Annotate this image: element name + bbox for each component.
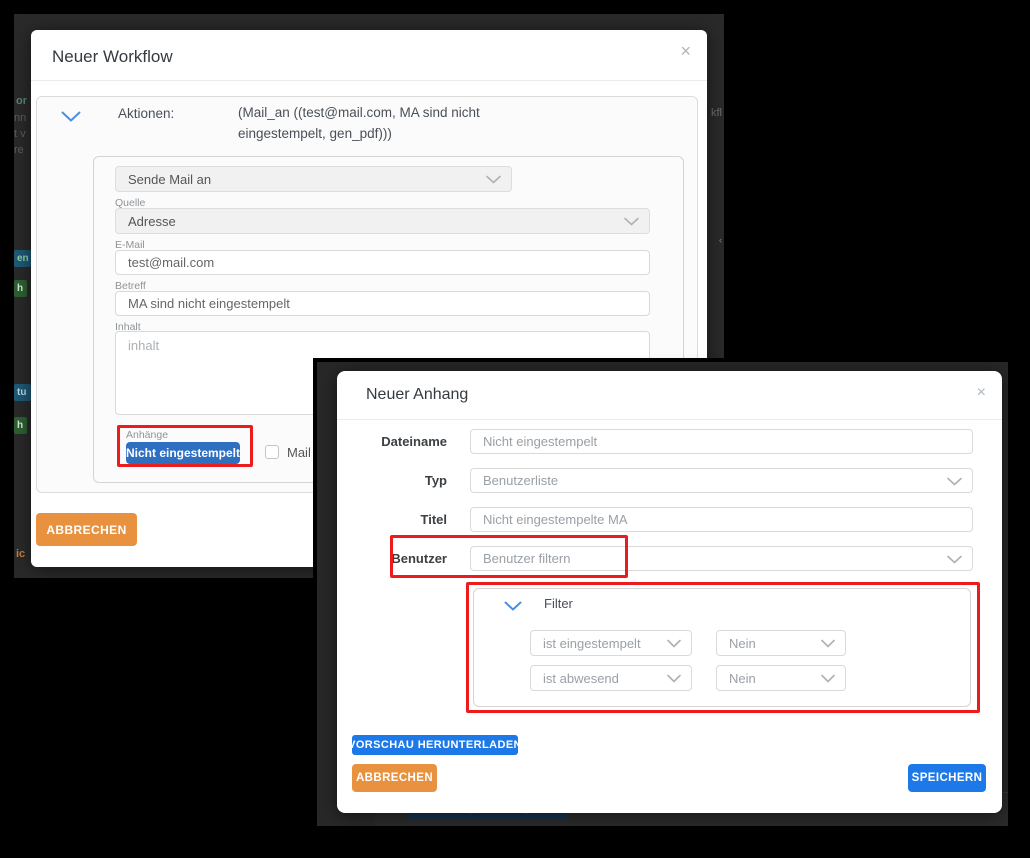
typ-label: Typ bbox=[337, 473, 447, 488]
filter-value-select[interactable]: Nein bbox=[716, 665, 846, 691]
titel-input-value: Nicht eingestempelte MA bbox=[483, 512, 628, 527]
filter-value-select-value: Nein bbox=[729, 636, 756, 651]
abbrechen-button[interactable]: ABBRECHEN bbox=[36, 513, 137, 546]
aktionen-value: (Mail_an ((test@mail.com, MA sind nicht … bbox=[238, 102, 480, 144]
background-text-fragment: ‹ bbox=[719, 233, 722, 247]
dateiname-input-value: Nicht eingestempelt bbox=[483, 434, 597, 449]
anhang-modal: Neuer Anhang × Dateiname Nicht eingestem… bbox=[337, 371, 1002, 813]
abbrechen-button[interactable]: ABBRECHEN bbox=[352, 764, 437, 792]
filter-field-select-value: ist abwesend bbox=[543, 671, 619, 686]
anhang-modal-title: Neuer Anhang bbox=[366, 386, 468, 404]
background-button-fragment: tu bbox=[14, 384, 31, 401]
chevron-down-icon[interactable] bbox=[61, 109, 81, 127]
filter-value-select[interactable]: Nein bbox=[716, 630, 846, 656]
background-text-fragment: ic bbox=[16, 547, 25, 561]
chevron-down-icon bbox=[624, 214, 639, 229]
inhalt-placeholder: inhalt bbox=[128, 338, 159, 353]
background-text-fragment: t v bbox=[14, 127, 26, 141]
chevron-down-icon bbox=[821, 636, 835, 651]
titel-input[interactable]: Nicht eingestempelte MA bbox=[470, 507, 973, 532]
chevron-down-icon bbox=[667, 671, 681, 686]
header-divider bbox=[31, 80, 707, 81]
background-text-fragment: nn bbox=[14, 111, 26, 125]
workflow-modal-title: Neuer Workflow bbox=[52, 47, 173, 67]
action-type-select-value: Sende Mail an bbox=[128, 172, 211, 187]
chevron-down-icon bbox=[486, 172, 501, 187]
dateiname-input[interactable]: Nicht eingestempelt bbox=[470, 429, 973, 454]
background-text-fragment: kfl bbox=[711, 106, 722, 120]
anhaenge-label: Anhänge bbox=[126, 429, 168, 441]
close-icon[interactable]: × bbox=[977, 384, 986, 402]
email-input[interactable]: test@mail.com bbox=[115, 250, 650, 275]
betreff-input[interactable]: MA sind nicht eingestempelt bbox=[115, 291, 650, 316]
email-input-value: test@mail.com bbox=[128, 255, 214, 270]
filter-panel: Filter ist eingestempelt Nein ist abwese… bbox=[473, 588, 971, 707]
benutzer-select-value: Benutzer filtern bbox=[483, 551, 570, 566]
action-type-select[interactable]: Sende Mail an bbox=[115, 166, 512, 192]
background-text-fragment: re bbox=[14, 143, 24, 157]
background-text-fragment: or bbox=[16, 94, 27, 108]
chevron-down-icon[interactable] bbox=[504, 598, 522, 616]
filter-value-select-value: Nein bbox=[729, 671, 756, 686]
typ-select[interactable]: Benutzerliste bbox=[470, 468, 973, 493]
benutzer-select[interactable]: Benutzer filtern bbox=[470, 546, 973, 571]
mail-checkbox[interactable] bbox=[265, 445, 279, 459]
dateiname-label: Dateiname bbox=[337, 434, 447, 449]
aktionen-label: Aktionen: bbox=[118, 106, 174, 121]
betreff-input-value: MA sind nicht eingestempelt bbox=[128, 296, 290, 311]
vorschau-herunterladen-button[interactable]: VORSCHAU HERUNTERLADEN bbox=[352, 735, 518, 755]
speichern-button[interactable]: SPEICHERN bbox=[908, 764, 986, 792]
typ-select-value: Benutzerliste bbox=[483, 473, 558, 488]
benutzer-label: Benutzer bbox=[337, 551, 447, 566]
titel-label: Titel bbox=[337, 512, 447, 527]
chevron-down-icon bbox=[667, 636, 681, 651]
chevron-down-icon bbox=[821, 671, 835, 686]
close-icon[interactable]: × bbox=[680, 42, 691, 60]
filter-field-select[interactable]: ist abwesend bbox=[530, 665, 692, 691]
background-button-fragment: h bbox=[14, 417, 27, 434]
quelle-select[interactable]: Adresse bbox=[115, 208, 650, 234]
filter-field-select-value: ist eingestempelt bbox=[543, 636, 641, 651]
header-divider bbox=[337, 419, 1002, 420]
background-button-fragment: en bbox=[14, 250, 31, 267]
aktionen-value-line1: (Mail_an ((test@mail.com, MA sind nicht bbox=[238, 102, 480, 123]
attachment-chip[interactable]: Nicht eingestempelt bbox=[126, 442, 240, 464]
aktionen-value-line2: eingestempelt, gen_pdf))) bbox=[238, 123, 480, 144]
desktop-background: or nn t v re en h tu h ic kfl ‹ Neuer Wo… bbox=[0, 0, 1030, 858]
anhang-screenshot-region: Anhänge hinzufügen Neuer Anhang × Datein… bbox=[313, 358, 1012, 830]
quelle-select-value: Adresse bbox=[128, 214, 176, 229]
background-button-fragment: h bbox=[14, 280, 27, 297]
filter-field-select[interactable]: ist eingestempelt bbox=[530, 630, 692, 656]
chevron-down-icon bbox=[947, 473, 962, 488]
chevron-down-icon bbox=[947, 551, 962, 566]
filter-label: Filter bbox=[544, 596, 573, 611]
